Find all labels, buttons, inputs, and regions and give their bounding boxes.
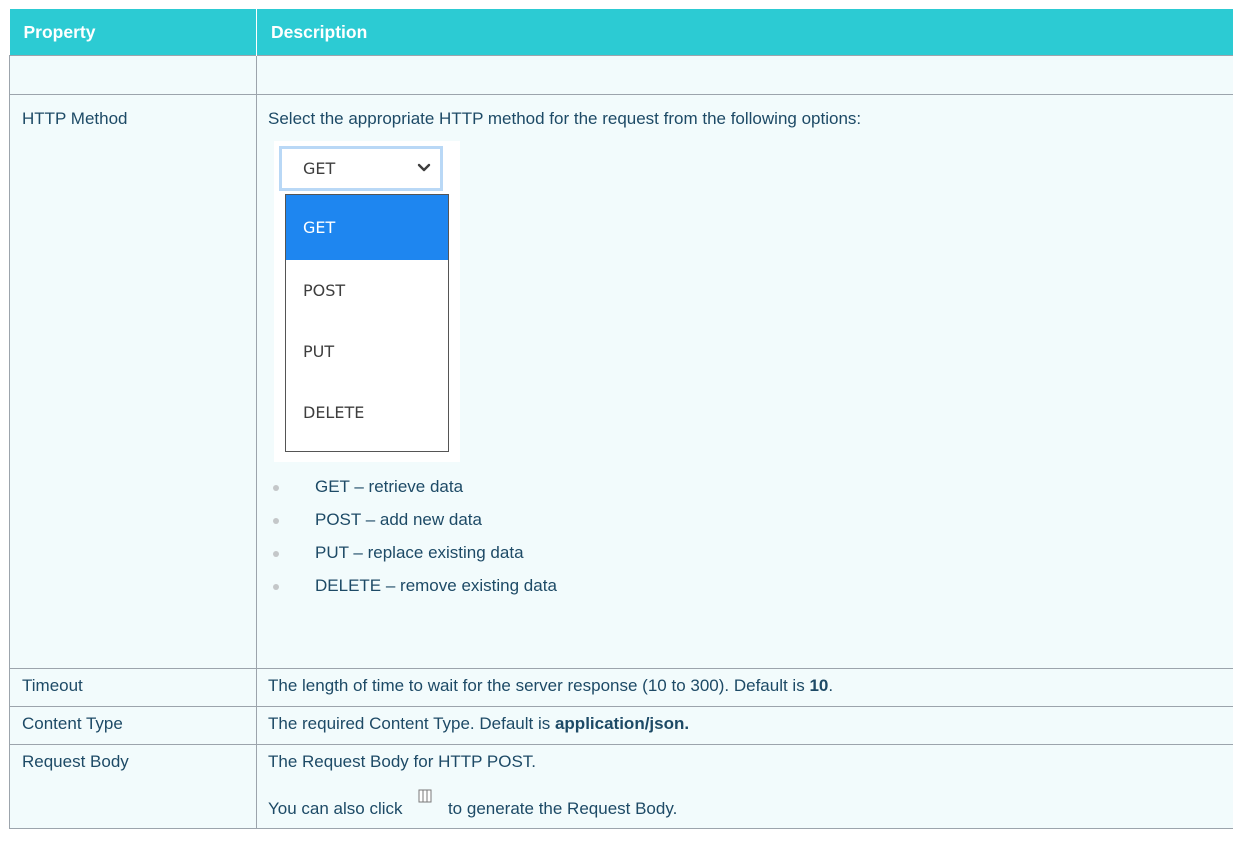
bullet-icon — [273, 584, 279, 590]
description-cell: The Request Body for HTTP POST. You can … — [256, 744, 1233, 829]
property-cell: Timeout — [9, 668, 257, 707]
list-item: DELETE – remove existing data — [268, 573, 1221, 606]
bullet-icon — [273, 551, 279, 557]
table-row-http-method: HTTP Method Select the appropriate HTTP … — [9, 94, 1233, 669]
chevron-down-icon — [417, 163, 431, 172]
table-row-request-body: Request Body The Request Body for HTTP P… — [9, 744, 1233, 829]
method-list: GET – retrieve data POST – add new data … — [268, 474, 1221, 606]
option-delete[interactable]: DELETE — [286, 382, 448, 443]
header-description: Description — [256, 9, 1233, 56]
request-body-line2-post: to generate the Request Body. — [443, 799, 678, 818]
list-item: GET – retrieve data — [268, 474, 1221, 507]
content-type-default: application/json. — [554, 714, 690, 733]
list-item-text: PUT – replace existing data — [315, 543, 524, 562]
property-cell: HTTP Method — [9, 94, 257, 669]
list-item: PUT – replace existing data — [268, 540, 1221, 573]
property-cell: Content Type — [9, 706, 257, 745]
timeout-description: The length of time to wait for the serve… — [268, 676, 810, 695]
table-header-row: Property Description — [9, 9, 1233, 56]
list-item-text: POST – add new data — [315, 510, 482, 529]
timeout-default: 10 — [809, 676, 829, 695]
description-cell: Select the appropriate HTTP method for t… — [256, 94, 1233, 669]
method-options-list: GET POST PUT DELETE — [285, 194, 449, 452]
property-cell: Request Body — [9, 744, 257, 829]
content-type-description: The required Content Type. Default is — [268, 714, 555, 733]
empty-cell — [9, 55, 257, 95]
table-row-timeout: Timeout The length of time to wait for t… — [9, 668, 1233, 707]
request-body-line2: You can also click to generate the Reque… — [268, 789, 1221, 819]
bullet-icon — [273, 485, 279, 491]
list-item-text: DELETE – remove existing data — [315, 576, 557, 595]
list-item: POST – add new data — [268, 507, 1221, 540]
header-property: Property — [9, 9, 257, 56]
option-get[interactable]: GET — [286, 195, 448, 260]
table-row-content-type: Content Type The required Content Type. … — [9, 706, 1233, 745]
list-item-text: GET – retrieve data — [315, 477, 464, 496]
option-post[interactable]: POST — [286, 260, 448, 321]
http-method-lead: Select the appropriate HTTP method for t… — [268, 109, 862, 128]
description-cell: The required Content Type. Default is ap… — [256, 706, 1233, 745]
method-select-value: GET — [303, 159, 336, 178]
empty-row — [9, 55, 1233, 95]
request-body-line1: The Request Body for HTTP POST. — [268, 752, 537, 771]
request-body-line2-pre: You can also click — [268, 799, 408, 818]
columns-icon[interactable] — [411, 786, 439, 808]
empty-cell — [256, 55, 1233, 95]
option-put[interactable]: PUT — [286, 321, 448, 382]
description-cell: The length of time to wait for the serve… — [256, 668, 1233, 707]
bullet-icon — [273, 518, 279, 524]
properties-table: Property Description HTTP Method Select … — [9, 9, 1233, 829]
timeout-suffix: . — [828, 676, 834, 695]
method-dropdown-figure: GET GET POST PUT DELETE — [274, 141, 460, 462]
method-select[interactable]: GET — [279, 146, 443, 191]
